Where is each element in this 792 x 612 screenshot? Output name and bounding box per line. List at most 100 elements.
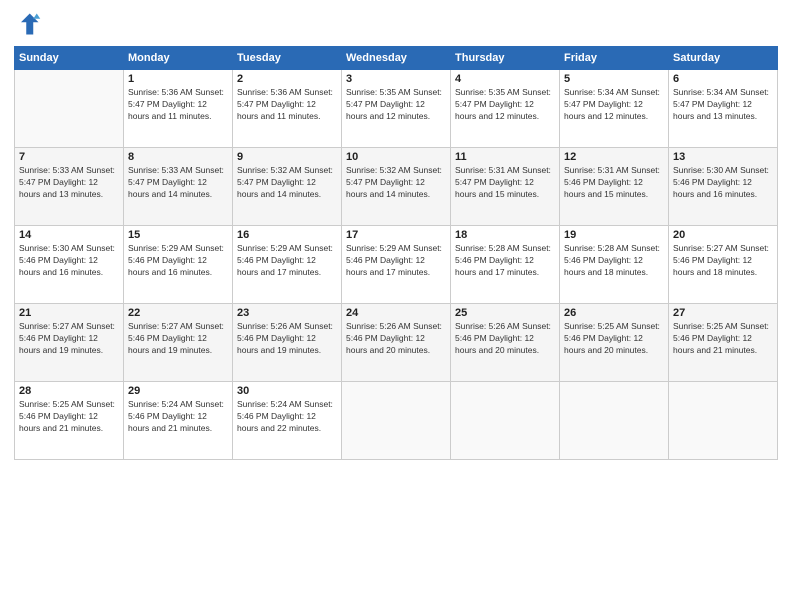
- col-header-saturday: Saturday: [669, 47, 778, 70]
- day-info: Sunrise: 5:31 AM Sunset: 5:47 PM Dayligh…: [455, 165, 555, 201]
- day-number: 30: [237, 385, 337, 397]
- day-info: Sunrise: 5:34 AM Sunset: 5:47 PM Dayligh…: [673, 87, 773, 123]
- day-number: 7: [19, 151, 119, 163]
- day-cell: 2 Sunrise: 5:36 AM Sunset: 5:47 PM Daylig…: [233, 70, 342, 148]
- day-info: Sunrise: 5:28 AM Sunset: 5:46 PM Dayligh…: [455, 243, 555, 279]
- col-header-thursday: Thursday: [451, 47, 560, 70]
- day-info: Sunrise: 5:24 AM Sunset: 5:46 PM Dayligh…: [128, 399, 228, 435]
- day-info: Sunrise: 5:36 AM Sunset: 5:47 PM Dayligh…: [128, 87, 228, 123]
- week-row-5: 28 Sunrise: 5:25 AM Sunset: 5:46 PM Dayli…: [15, 382, 778, 460]
- day-cell: 22 Sunrise: 5:27 AM Sunset: 5:46 PM Dayli…: [124, 304, 233, 382]
- day-info: Sunrise: 5:28 AM Sunset: 5:46 PM Dayligh…: [564, 243, 664, 279]
- day-cell: [342, 382, 451, 460]
- day-info: Sunrise: 5:36 AM Sunset: 5:47 PM Dayligh…: [237, 87, 337, 123]
- day-number: 2: [237, 73, 337, 85]
- page: SundayMondayTuesdayWednesdayThursdayFrid…: [0, 0, 792, 612]
- day-cell: 17Sunrise: 5:29 AM Sunset: 5:46 PM Dayli…: [342, 226, 451, 304]
- week-row-3: 14 Sunrise: 5:30 AM Sunset: 5:46 PM Dayli…: [15, 226, 778, 304]
- day-info: Sunrise: 5:35 AM Sunset: 5:47 PM Dayligh…: [455, 87, 555, 123]
- day-cell: 7 Sunrise: 5:33 AM Sunset: 5:47 PM Daylig…: [15, 148, 124, 226]
- day-cell: 4 Sunrise: 5:35 AM Sunset: 5:47 PM Daylig…: [451, 70, 560, 148]
- day-number: 14: [19, 229, 119, 241]
- day-number: 25: [455, 307, 555, 319]
- day-cell: [669, 382, 778, 460]
- day-number: 12: [564, 151, 664, 163]
- day-number: 17: [346, 229, 446, 241]
- day-cell: 20 Sunrise: 5:27 AM Sunset: 5:46 PM Dayli…: [669, 226, 778, 304]
- day-cell: [15, 70, 124, 148]
- day-number: 6: [673, 73, 773, 85]
- day-cell: [451, 382, 560, 460]
- day-number: 21: [19, 307, 119, 319]
- day-cell: 13 Sunrise: 5:30 AM Sunset: 5:46 PM Dayli…: [669, 148, 778, 226]
- day-info: Sunrise: 5:33 AM Sunset: 5:47 PM Dayligh…: [128, 165, 228, 201]
- day-number: 28: [19, 385, 119, 397]
- day-cell: 15 Sunrise: 5:29 AM Sunset: 5:46 PM Dayli…: [124, 226, 233, 304]
- day-cell: 14 Sunrise: 5:30 AM Sunset: 5:46 PM Dayli…: [15, 226, 124, 304]
- day-info: Sunrise: 5:31 AM Sunset: 5:46 PM Dayligh…: [564, 165, 664, 201]
- day-cell: 24 Sunrise: 5:26 AM Sunset: 5:46 PM Dayli…: [342, 304, 451, 382]
- day-cell: 1 Sunrise: 5:36 AM Sunset: 5:47 PM Daylig…: [124, 70, 233, 148]
- day-cell: 12 Sunrise: 5:31 AM Sunset: 5:46 PM Dayli…: [560, 148, 669, 226]
- col-header-sunday: Sunday: [15, 47, 124, 70]
- day-cell: 28 Sunrise: 5:25 AM Sunset: 5:46 PM Dayli…: [15, 382, 124, 460]
- day-cell: 3 Sunrise: 5:35 AM Sunset: 5:47 PM Daylig…: [342, 70, 451, 148]
- day-number: 20: [673, 229, 773, 241]
- day-number: 24: [346, 307, 446, 319]
- day-cell: 26Sunrise: 5:25 AM Sunset: 5:46 PM Dayli…: [560, 304, 669, 382]
- day-cell: 8 Sunrise: 5:33 AM Sunset: 5:47 PM Daylig…: [124, 148, 233, 226]
- day-cell: 25 Sunrise: 5:26 AM Sunset: 5:46 PM Dayli…: [451, 304, 560, 382]
- day-info: Sunrise: 5:27 AM Sunset: 5:46 PM Dayligh…: [19, 321, 119, 357]
- day-number: 4: [455, 73, 555, 85]
- day-cell: 9Sunrise: 5:32 AM Sunset: 5:47 PM Daylig…: [233, 148, 342, 226]
- header-row: SundayMondayTuesdayWednesdayThursdayFrid…: [15, 47, 778, 70]
- week-row-1: 1 Sunrise: 5:36 AM Sunset: 5:47 PM Daylig…: [15, 70, 778, 148]
- day-info: Sunrise: 5:26 AM Sunset: 5:46 PM Dayligh…: [346, 321, 446, 357]
- day-info: Sunrise: 5:24 AM Sunset: 5:46 PM Dayligh…: [237, 399, 337, 435]
- day-info: Sunrise: 5:25 AM Sunset: 5:46 PM Dayligh…: [673, 321, 773, 357]
- calendar-table: SundayMondayTuesdayWednesdayThursdayFrid…: [14, 46, 778, 460]
- day-info: Sunrise: 5:26 AM Sunset: 5:46 PM Dayligh…: [455, 321, 555, 357]
- day-info: Sunrise: 5:30 AM Sunset: 5:46 PM Dayligh…: [19, 243, 119, 279]
- col-header-monday: Monday: [124, 47, 233, 70]
- day-number: 29: [128, 385, 228, 397]
- day-number: 16: [237, 229, 337, 241]
- day-number: 1: [128, 73, 228, 85]
- day-number: 23: [237, 307, 337, 319]
- day-info: Sunrise: 5:33 AM Sunset: 5:47 PM Dayligh…: [19, 165, 119, 201]
- day-number: 9: [237, 151, 337, 163]
- day-info: Sunrise: 5:27 AM Sunset: 5:46 PM Dayligh…: [128, 321, 228, 357]
- day-info: Sunrise: 5:30 AM Sunset: 5:46 PM Dayligh…: [673, 165, 773, 201]
- day-cell: 21 Sunrise: 5:27 AM Sunset: 5:46 PM Dayli…: [15, 304, 124, 382]
- day-cell: 27 Sunrise: 5:25 AM Sunset: 5:46 PM Dayli…: [669, 304, 778, 382]
- day-number: 15: [128, 229, 228, 241]
- day-cell: 29 Sunrise: 5:24 AM Sunset: 5:46 PM Dayli…: [124, 382, 233, 460]
- day-cell: 16Sunrise: 5:29 AM Sunset: 5:46 PM Dayli…: [233, 226, 342, 304]
- day-number: 22: [128, 307, 228, 319]
- day-number: 3: [346, 73, 446, 85]
- day-number: 18: [455, 229, 555, 241]
- day-cell: 6 Sunrise: 5:34 AM Sunset: 5:47 PM Daylig…: [669, 70, 778, 148]
- day-info: Sunrise: 5:34 AM Sunset: 5:47 PM Dayligh…: [564, 87, 664, 123]
- day-number: 8: [128, 151, 228, 163]
- day-info: Sunrise: 5:32 AM Sunset: 5:47 PM Dayligh…: [346, 165, 446, 201]
- logo-icon: [14, 10, 42, 38]
- day-number: 13: [673, 151, 773, 163]
- day-info: Sunrise: 5:29 AM Sunset: 5:46 PM Dayligh…: [128, 243, 228, 279]
- week-row-4: 21 Sunrise: 5:27 AM Sunset: 5:46 PM Dayli…: [15, 304, 778, 382]
- day-cell: 30 Sunrise: 5:24 AM Sunset: 5:46 PM Dayli…: [233, 382, 342, 460]
- col-header-tuesday: Tuesday: [233, 47, 342, 70]
- day-info: Sunrise: 5:35 AM Sunset: 5:47 PM Dayligh…: [346, 87, 446, 123]
- day-info: Sunrise: 5:25 AM Sunset: 5:46 PM Dayligh…: [19, 399, 119, 435]
- day-info: Sunrise: 5:25 AM Sunset: 5:46 PM Dayligh…: [564, 321, 664, 357]
- day-cell: 10Sunrise: 5:32 AM Sunset: 5:47 PM Dayli…: [342, 148, 451, 226]
- week-row-2: 7 Sunrise: 5:33 AM Sunset: 5:47 PM Daylig…: [15, 148, 778, 226]
- logo: [14, 10, 46, 38]
- day-number: 11: [455, 151, 555, 163]
- day-cell: [560, 382, 669, 460]
- col-header-friday: Friday: [560, 47, 669, 70]
- day-number: 27: [673, 307, 773, 319]
- day-cell: 5Sunrise: 5:34 AM Sunset: 5:47 PM Daylig…: [560, 70, 669, 148]
- day-info: Sunrise: 5:27 AM Sunset: 5:46 PM Dayligh…: [673, 243, 773, 279]
- day-cell: 18 Sunrise: 5:28 AM Sunset: 5:46 PM Dayli…: [451, 226, 560, 304]
